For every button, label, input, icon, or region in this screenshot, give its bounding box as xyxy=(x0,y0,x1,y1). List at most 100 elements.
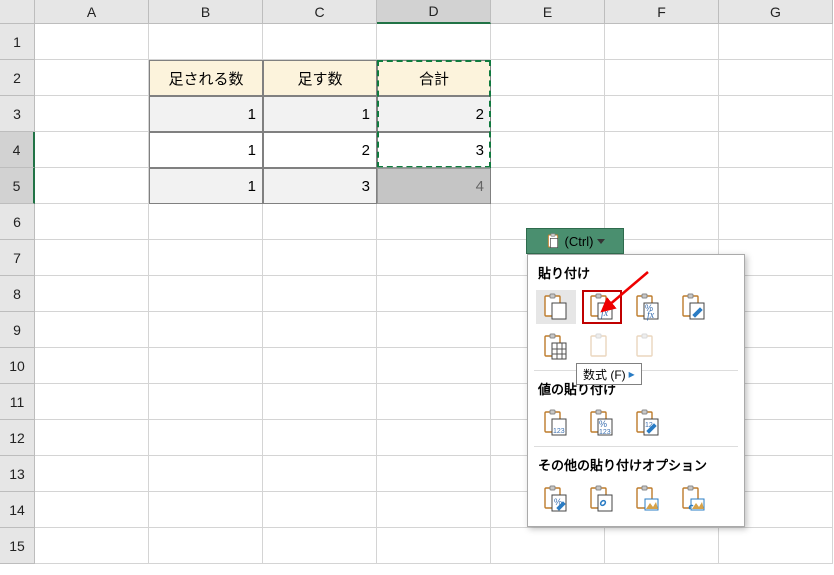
paste-linked-picture-button[interactable] xyxy=(674,482,714,516)
cell-F2[interactable] xyxy=(605,60,719,96)
cell-B4[interactable]: 1 xyxy=(149,132,263,168)
row-header-10[interactable]: 10 xyxy=(0,348,35,384)
cell-B2[interactable]: 足される数 xyxy=(149,60,263,96)
paste-values-button[interactable]: 123 xyxy=(536,406,576,440)
cell-D4[interactable]: 3 xyxy=(377,132,491,168)
paste-values-number-button[interactable]: %123 xyxy=(582,406,622,440)
cell-B13[interactable] xyxy=(149,456,263,492)
col-header-C[interactable]: C xyxy=(263,0,377,24)
cell-B10[interactable] xyxy=(149,348,263,384)
cell-B11[interactable] xyxy=(149,384,263,420)
cell-E1[interactable] xyxy=(491,24,605,60)
paste-picture-button[interactable] xyxy=(628,482,668,516)
cell-A2[interactable] xyxy=(35,60,149,96)
col-header-B[interactable]: B xyxy=(149,0,263,24)
paste-keep-width-button[interactable] xyxy=(582,330,622,364)
cell-C1[interactable] xyxy=(263,24,377,60)
row-header-13[interactable]: 13 xyxy=(0,456,35,492)
paste-all-button[interactable] xyxy=(536,290,576,324)
col-header-F[interactable]: F xyxy=(605,0,719,24)
cell-C4[interactable]: 2 xyxy=(263,132,377,168)
cell-A1[interactable] xyxy=(35,24,149,60)
cell-C12[interactable] xyxy=(263,420,377,456)
paste-formatting-only-button[interactable]: % xyxy=(536,482,576,516)
cell-B1[interactable] xyxy=(149,24,263,60)
cell-C10[interactable] xyxy=(263,348,377,384)
cell-A12[interactable] xyxy=(35,420,149,456)
row-header-1[interactable]: 1 xyxy=(0,24,35,60)
cell-A14[interactable] xyxy=(35,492,149,528)
row-header-3[interactable]: 3 xyxy=(0,96,35,132)
row-header-6[interactable]: 6 xyxy=(0,204,35,240)
paste-source-formatting-button[interactable] xyxy=(674,290,714,324)
cell-C9[interactable] xyxy=(263,312,377,348)
col-header-A[interactable]: A xyxy=(35,0,149,24)
row-header-7[interactable]: 7 xyxy=(0,240,35,276)
cell-D14[interactable] xyxy=(377,492,491,528)
cell-F3[interactable] xyxy=(605,96,719,132)
cell-F1[interactable] xyxy=(605,24,719,60)
cell-A5[interactable] xyxy=(35,168,149,204)
cell-D15[interactable] xyxy=(377,528,491,564)
cell-B7[interactable] xyxy=(149,240,263,276)
cell-C5[interactable]: 3 xyxy=(263,168,377,204)
cell-A10[interactable] xyxy=(35,348,149,384)
cell-A8[interactable] xyxy=(35,276,149,312)
cell-A6[interactable] xyxy=(35,204,149,240)
row-header-12[interactable]: 12 xyxy=(0,420,35,456)
paste-formulas-button[interactable]: fx xyxy=(582,290,622,324)
cell-D8[interactable] xyxy=(377,276,491,312)
cell-G1[interactable] xyxy=(719,24,833,60)
col-header-G[interactable]: G xyxy=(719,0,833,24)
cell-B14[interactable] xyxy=(149,492,263,528)
cell-A11[interactable] xyxy=(35,384,149,420)
cell-B6[interactable] xyxy=(149,204,263,240)
cell-A3[interactable] xyxy=(35,96,149,132)
cell-A15[interactable] xyxy=(35,528,149,564)
cell-D5[interactable]: 4 xyxy=(377,168,491,204)
cell-D1[interactable] xyxy=(377,24,491,60)
cell-G5[interactable] xyxy=(719,168,833,204)
cell-D6[interactable] xyxy=(377,204,491,240)
cell-C11[interactable] xyxy=(263,384,377,420)
cell-B8[interactable] xyxy=(149,276,263,312)
paste-transpose-button[interactable] xyxy=(628,330,668,364)
select-all-corner[interactable] xyxy=(0,0,35,24)
cell-E5[interactable] xyxy=(491,168,605,204)
row-header-14[interactable]: 14 xyxy=(0,492,35,528)
cell-G4[interactable] xyxy=(719,132,833,168)
cell-C6[interactable] xyxy=(263,204,377,240)
cell-D9[interactable] xyxy=(377,312,491,348)
cell-F5[interactable] xyxy=(605,168,719,204)
cell-A4[interactable] xyxy=(35,132,149,168)
cell-D12[interactable] xyxy=(377,420,491,456)
row-header-2[interactable]: 2 xyxy=(0,60,35,96)
paste-values-formatting-button[interactable]: 12 xyxy=(628,406,668,440)
cell-G3[interactable] xyxy=(719,96,833,132)
cell-F15[interactable] xyxy=(605,528,719,564)
paste-options-button[interactable]: (Ctrl) xyxy=(526,228,624,254)
cell-D11[interactable] xyxy=(377,384,491,420)
cell-G15[interactable] xyxy=(719,528,833,564)
cell-B3[interactable]: 1 xyxy=(149,96,263,132)
cell-B9[interactable] xyxy=(149,312,263,348)
row-header-5[interactable]: 5 xyxy=(0,168,35,204)
cell-E2[interactable] xyxy=(491,60,605,96)
cell-B15[interactable] xyxy=(149,528,263,564)
cell-C8[interactable] xyxy=(263,276,377,312)
paste-no-border-button[interactable] xyxy=(536,330,576,364)
cell-D2[interactable]: 合計 xyxy=(377,60,491,96)
cell-B12[interactable] xyxy=(149,420,263,456)
cell-G2[interactable] xyxy=(719,60,833,96)
col-header-D[interactable]: D xyxy=(377,0,491,24)
cell-C15[interactable] xyxy=(263,528,377,564)
cell-E3[interactable] xyxy=(491,96,605,132)
cell-A13[interactable] xyxy=(35,456,149,492)
row-header-4[interactable]: 4 xyxy=(0,132,35,168)
paste-link-button[interactable] xyxy=(582,482,622,516)
cell-D13[interactable] xyxy=(377,456,491,492)
row-header-8[interactable]: 8 xyxy=(0,276,35,312)
cell-C7[interactable] xyxy=(263,240,377,276)
cell-B5[interactable]: 1 xyxy=(149,168,263,204)
paste-formulas-number-button[interactable]: %fx xyxy=(628,290,668,324)
